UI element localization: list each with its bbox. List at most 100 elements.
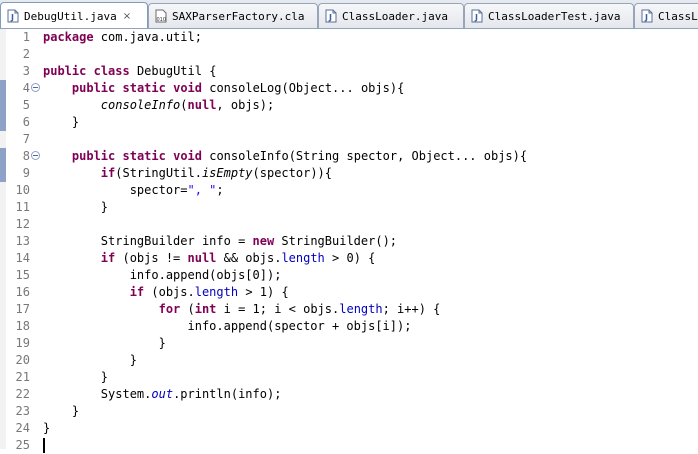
tab-classloadertest-java[interactable]: J ClassLoaderTest.java — [464, 3, 634, 28]
code-line[interactable]: 8 public static void consoleInfo(String … — [0, 148, 698, 165]
code-line[interactable]: 1 package com.java.util; — [0, 29, 698, 46]
line-number: 18 — [15, 319, 30, 333]
line-number: 3 — [22, 64, 30, 78]
code-text: System.out.println(info); — [43, 386, 282, 403]
line-number: 15 — [15, 268, 30, 282]
code-text: } — [43, 114, 79, 131]
code-token: class — [93, 64, 130, 78]
code-token: consoleInfo(String spector, Object... ob… — [202, 149, 528, 163]
line-number: 9 — [22, 166, 30, 180]
java-file-icon: J — [7, 9, 19, 23]
code-text: public class DebugUtil { — [43, 63, 216, 80]
code-token: public — [43, 64, 87, 78]
code-line[interactable]: 13 StringBuilder info = new StringBuilde… — [0, 233, 698, 250]
line-number: 19 — [15, 336, 30, 350]
code-area[interactable]: 1 package com.java.util; 2 3 public class De… — [0, 29, 698, 454]
code-text: } — [43, 199, 108, 216]
code-line[interactable]: 12 — [0, 216, 698, 233]
code-line[interactable]: 10 spector=", "; — [0, 182, 698, 199]
code-token: } — [43, 421, 51, 435]
tab-debugutil-java[interactable]: J DebugUtil.java × — [0, 2, 148, 28]
code-token: i = 1; i < objs. — [216, 302, 340, 316]
line-number: 23 — [15, 404, 30, 418]
code-line[interactable]: 21 } — [0, 369, 698, 386]
line-number: 5 — [22, 98, 30, 112]
code-line[interactable]: 7 — [0, 131, 698, 148]
code-text: spector=", "; — [43, 182, 224, 199]
line-number: 14 — [15, 251, 30, 265]
code-text: public static void consoleInfo(String sp… — [43, 148, 527, 165]
code-text: } — [43, 335, 166, 352]
code-token: null — [187, 98, 217, 112]
code-token: if — [100, 166, 116, 180]
line-number: 20 — [15, 353, 30, 367]
tab-classl[interactable]: J ClassL — [634, 3, 698, 28]
code-text: info.append(objs[0]); — [43, 267, 282, 284]
code-line[interactable]: 5 consoleInfo(null, objs); — [0, 97, 698, 114]
tab-label: DebugUtil.java — [24, 9, 117, 23]
code-line[interactable]: 25 — [0, 437, 698, 454]
fold-collapse-icon[interactable] — [31, 151, 40, 160]
code-text: StringBuilder info = new StringBuilder()… — [43, 233, 397, 250]
code-line[interactable]: 24} — [0, 420, 698, 437]
code-token: null — [187, 251, 217, 265]
code-line[interactable]: 3 public class DebugUtil { — [0, 63, 698, 80]
code-token: info.append(spector + objs[i]); — [43, 319, 412, 333]
code-line[interactable]: 4 public static void consoleLog(Object..… — [0, 80, 698, 97]
code-text: public static void consoleLog(Object... … — [43, 80, 404, 97]
class-file-icon: 010 — [155, 9, 167, 23]
code-token: void — [173, 149, 202, 163]
line-number: 17 — [15, 302, 30, 316]
line-number: 4 — [22, 81, 30, 95]
code-token: .println(info); — [173, 387, 282, 401]
code-text: } — [43, 420, 50, 437]
text-caret — [43, 438, 45, 453]
code-line[interactable]: 22 System.out.println(info); — [0, 386, 698, 403]
svg-text:J: J — [10, 13, 14, 22]
line-number: 24 — [15, 421, 30, 435]
code-line[interactable]: 9 if(StringUtil.isEmpty(spector)){ — [0, 165, 698, 182]
code-line[interactable]: 16 if (objs.length > 1) { — [0, 284, 698, 301]
code-line[interactable]: 2 — [0, 46, 698, 63]
code-text: package com.java.util; — [43, 29, 202, 46]
code-token: com.java.util; — [93, 30, 202, 44]
code-line[interactable]: 6 } — [0, 114, 698, 131]
svg-text:J: J — [328, 13, 332, 22]
code-line[interactable]: 11 } — [0, 199, 698, 216]
code-line[interactable]: 15 info.append(objs[0]); — [0, 267, 698, 284]
code-text: } — [43, 369, 108, 386]
code-token: ( — [180, 302, 195, 316]
fold-collapse-icon[interactable] — [31, 83, 40, 92]
code-token: (objs != — [115, 251, 188, 265]
line-number: 6 — [22, 115, 30, 129]
line-number: 7 — [22, 132, 30, 146]
code-token: static — [122, 149, 166, 163]
code-line[interactable]: 19 } — [0, 335, 698, 352]
code-editor[interactable]: 1 package com.java.util; 2 3 public class De… — [0, 29, 698, 453]
tab-classloader-java[interactable]: J ClassLoader.java — [318, 3, 464, 28]
code-line[interactable]: 23 } — [0, 403, 698, 420]
code-line[interactable]: 18 info.append(spector + objs[i]); — [0, 318, 698, 335]
code-line[interactable]: 14 if (objs != null && objs.length > 0) … — [0, 250, 698, 267]
svg-text:J: J — [644, 13, 648, 22]
code-token: , objs); — [216, 98, 275, 112]
line-number: 11 — [15, 200, 30, 214]
line-number: 21 — [15, 370, 30, 384]
code-token: if — [129, 285, 145, 299]
close-tab-icon[interactable]: × — [123, 11, 131, 22]
code-token: spector= — [43, 183, 188, 197]
svg-text:010: 010 — [157, 17, 167, 23]
code-token: public — [71, 81, 116, 95]
code-line[interactable]: 17 for (int i = 1; i < objs.length; i++)… — [0, 301, 698, 318]
tab-saxparserfactory-cla[interactable]: 010 SAXParserFactory.cla — [148, 3, 318, 28]
code-token: > 0) { — [324, 251, 376, 265]
code-token: ( — [180, 98, 188, 112]
code-token: int — [194, 302, 217, 316]
code-line[interactable]: 20 } — [0, 352, 698, 369]
